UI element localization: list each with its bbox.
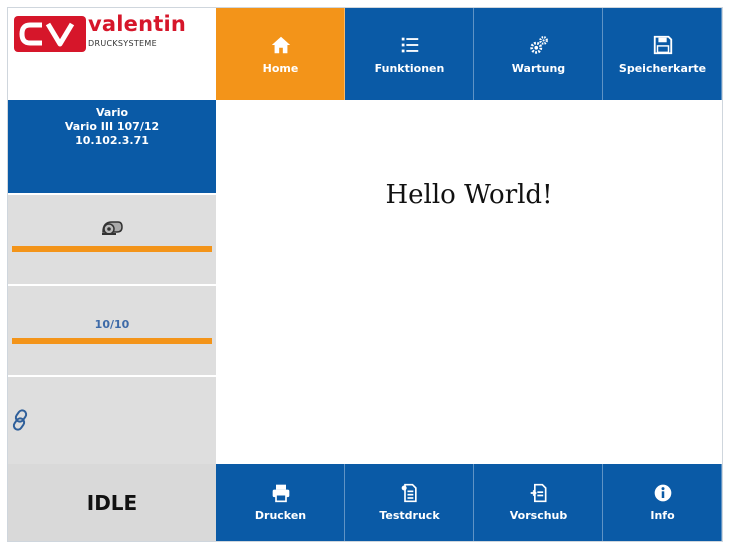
printer-status: IDLE [8,464,216,541]
label-preview-text: Hello World! [385,180,553,210]
info-button[interactable]: Info [603,464,722,541]
gears-icon [529,35,548,54]
print-count: 10/10 [94,318,130,331]
nav-wartung-button[interactable]: Wartung [474,8,603,100]
logo-mark-icon [14,16,86,52]
device-name: Vario [95,106,129,119]
sidebar: Vario Vario III 107/12 10.102.3.71 10/10 [8,100,216,464]
info-icon [654,484,671,502]
label-roll-icon [102,221,123,235]
brand-name: valentin [88,12,187,36]
drucken-label: Drucken [254,509,307,522]
nav-home-label: Home [262,61,299,75]
testdruck-button[interactable]: Testdruck [345,464,474,541]
brand-subtitle: DRUCKSYSTEME [88,39,157,48]
print-count-progress-bar [12,338,212,344]
nav-funktionen-label: Funktionen [374,61,445,75]
device-info: Vario Vario III 107/12 10.102.3.71 [8,100,216,193]
vorschub-button[interactable]: Vorschub [474,464,603,541]
label-roll-panel[interactable] [8,193,216,284]
nav-home-button[interactable]: Home [216,8,345,100]
nav-speicherkarte-button[interactable]: Speicherkarte [603,8,722,100]
vorschub-label: Vorschub [509,509,568,522]
drucken-button[interactable]: Drucken [216,464,345,541]
connection-panel[interactable] [8,375,216,464]
list-icon [401,37,418,52]
nav-wartung-label: Wartung [511,61,566,75]
feed-icon [530,483,546,503]
link-icon [12,409,28,431]
label-preview-area: Hello World! [216,100,722,464]
nav-speicherkarte-label: Speicherkarte [618,61,707,75]
home-icon [271,36,290,53]
label-roll-level-bar [12,246,212,252]
device-model: Vario III 107/12 [64,120,160,133]
save-icon [653,35,672,54]
printer-icon [272,484,289,503]
app-window: valentin DRUCKSYSTEME Home Funktionen Wa… [8,8,722,541]
test-print-icon [401,483,417,503]
device-ip: 10.102.3.71 [75,134,149,147]
testdruck-label: Testdruck [379,509,440,522]
print-count-panel[interactable]: 10/10 [8,284,216,375]
info-label: Info [650,509,675,522]
nav-funktionen-button[interactable]: Funktionen [345,8,474,100]
brand-logo: valentin DRUCKSYSTEME [8,8,217,100]
